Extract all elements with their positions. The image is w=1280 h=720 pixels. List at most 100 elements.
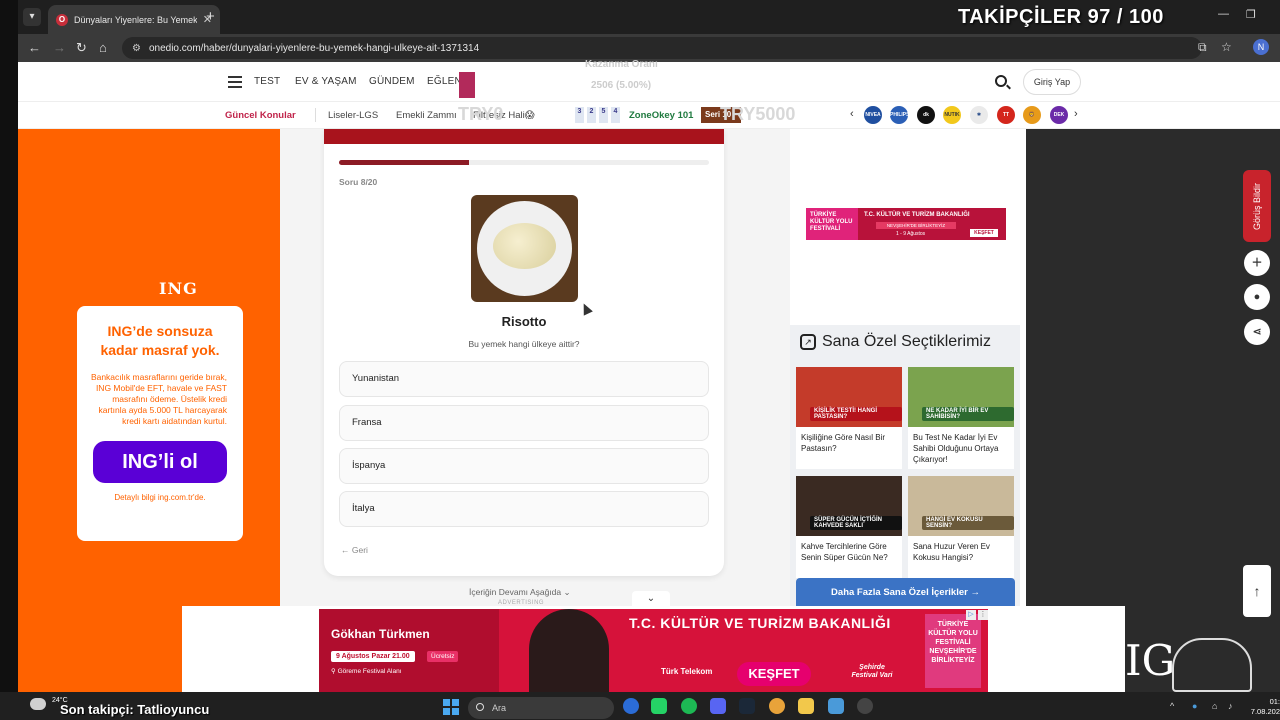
brand-logo-dek[interactable]: DEK — [1050, 106, 1068, 124]
install-app-icon[interactable]: ⧉ — [1198, 40, 1207, 55]
restore-icon[interactable]: ❐ — [1246, 8, 1256, 21]
brand-logo-dk[interactable]: dk — [917, 106, 935, 124]
brand-logo-nivea[interactable]: NIVEA — [864, 106, 882, 124]
network-icon[interactable]: ⌂ — [1212, 701, 1217, 711]
spotify-app-icon[interactable] — [681, 698, 697, 714]
recommendations-title: ↗ Sana Özel Seçtiklerimiz — [800, 333, 991, 351]
brand-logo-tt[interactable]: TT — [997, 106, 1015, 124]
file-explorer-icon[interactable] — [798, 698, 814, 714]
topic-emekli[interactable]: Emekli Zammı — [396, 110, 457, 121]
ing-ad-card[interactable]: ING’de sonsuza kadar masraf yok. Bankacı… — [77, 306, 243, 541]
nav-highlight — [459, 72, 475, 98]
nav-ev-yasam[interactable]: EV & YAŞAM — [295, 76, 357, 87]
search-icon[interactable] — [995, 75, 1007, 87]
bookmark-add-icon[interactable]: ＋ — [1244, 250, 1270, 276]
tab-list-icon[interactable]: ▾ — [23, 8, 41, 26]
question-counter: Soru 8/20 — [339, 177, 378, 187]
nav-eglence[interactable]: EĞLEN — [427, 76, 462, 87]
quiz-header-strip — [324, 129, 724, 144]
address-bar: ← → ↻ ⌂ ⚙ onedio.com/haber/dunyalari-yiy… — [18, 34, 1280, 62]
tray-chevron-icon[interactable]: ^ — [1170, 701, 1174, 711]
number-box: 2 — [587, 107, 596, 123]
ing-logo: ING — [159, 279, 198, 298]
more-recommendations-button[interactable]: Daha Fazla Sana Özel İçerikler → — [796, 578, 1015, 606]
culture-festival-banner[interactable]: TÜRKİYE KÜLTÜR YOLU FESTİVALİ T.C. KÜLTÜ… — [806, 208, 1006, 240]
reload-icon[interactable]: ↻ — [76, 40, 87, 56]
recommendation-card[interactable]: HANGİ EV KOKUSU SENSİN? Sana Huzur Veren… — [908, 476, 1014, 578]
discord-app-icon[interactable] — [710, 698, 726, 714]
taskbar-search[interactable]: Ara — [468, 697, 614, 719]
left-edge — [0, 0, 18, 692]
start-tile — [443, 708, 450, 715]
brand-logo-star[interactable]: ✱ — [970, 106, 988, 124]
ad-artist-name: Gökhan Türkmen — [331, 627, 430, 641]
chrome-app-icon[interactable] — [769, 698, 785, 714]
back-link[interactable]: ← Geri — [341, 545, 368, 555]
ad-location-text: Göreme Festival Alanı — [337, 668, 402, 675]
browser-tab[interactable]: O Dünyaları Yiyenlere: Bu Yemek Hangi Ül… — [48, 5, 220, 34]
nav-test[interactable]: TEST — [254, 76, 280, 87]
windows-start-icon[interactable] — [443, 699, 459, 715]
weather-cloud-icon[interactable] — [30, 698, 46, 710]
artist-photo — [529, 609, 609, 692]
collapse-ad-icon[interactable]: ⌄ — [632, 591, 670, 606]
chrome-profile-app-icon[interactable] — [623, 698, 639, 714]
recommendation-card[interactable]: NE KADAR İYİ BİR EV SAHİBİSİN? Bu Test N… — [908, 367, 1014, 469]
scroll-top-button[interactable]: ↑ — [1243, 565, 1271, 617]
festival-logo-text: TÜRKİYE KÜLTÜR YOLU FESTİVALİ — [806, 208, 858, 240]
number-box: 5 — [599, 107, 608, 123]
comments-icon[interactable]: ● — [1244, 284, 1270, 310]
topic-liseler[interactable]: Liseler-LGS — [328, 110, 378, 121]
menu-icon[interactable] — [228, 76, 242, 88]
answer-option[interactable]: Yunanistan — [339, 361, 709, 397]
ad-free-badge: Ücretsiz — [427, 651, 459, 662]
screen: ▾ O Dünyaları Yiyenlere: Bu Yemek Hangi … — [0, 0, 1280, 720]
profile-avatar[interactable]: N — [1253, 39, 1269, 55]
feedback-tab[interactable]: Görüş Bildir — [1243, 170, 1271, 242]
ad-info-icon[interactable]: ▷ — [966, 610, 976, 620]
app-icon[interactable] — [828, 698, 844, 714]
ad-close-icon[interactable]: ⋮ — [978, 610, 988, 620]
back-icon[interactable]: ← — [28, 40, 41, 55]
chevron-right-icon[interactable]: › — [1074, 108, 1078, 120]
share-icon[interactable]: ⋖ — [1244, 319, 1270, 345]
recommendation-card[interactable]: SÜPER GÜCÜN İÇTİĞİN KAHVEDE SAKLI Kahve … — [796, 476, 902, 578]
topic-zoneokey[interactable]: ZoneOkey 101 — [629, 110, 693, 121]
answer-option[interactable]: İtalya — [339, 491, 709, 527]
answer-option[interactable]: Fransa — [339, 405, 709, 441]
bookmark-star-icon[interactable]: ☆ — [1221, 40, 1232, 54]
login-button[interactable]: Giriş Yap — [1023, 69, 1081, 95]
obs-app-icon[interactable] — [857, 698, 873, 714]
recommendation-title: Sana Huzur Veren Ev Kokusu Hangisi? — [913, 542, 990, 562]
volume-icon[interactable]: ♪ — [1228, 701, 1233, 711]
brand-logo-philips[interactable]: PHILIPS — [890, 106, 908, 124]
clock-time: 01: — [1269, 697, 1280, 706]
home-icon[interactable]: ⌂ — [99, 40, 107, 55]
forward-icon[interactable]: → — [53, 40, 66, 55]
site-info-icon[interactable]: ⚙ — [132, 43, 141, 54]
food-image — [471, 195, 578, 302]
mic-icon[interactable]: ● — [1192, 701, 1197, 711]
minimize-icon[interactable]: — — [1218, 8, 1229, 20]
ad-ministry-title: T.C. KÜLTÜR VE TURİZM BAKANLIĞI — [629, 615, 891, 631]
whatsapp-app-icon[interactable] — [651, 698, 667, 714]
recommendation-card[interactable]: KİŞİLİK TESTİ! HANGİ PASTASIN? Kişiliğin… — [796, 367, 902, 469]
banner-cta[interactable]: KEŞFET — [970, 229, 998, 237]
chevron-left-icon[interactable]: ‹ — [850, 108, 854, 120]
recommendation-title: Bu Test Ne Kadar İyi Ev Sahibi Olduğunu … — [913, 433, 999, 464]
nav-gundem[interactable]: GÜNDEM — [369, 76, 415, 87]
taskbar-clock[interactable]: 01: 7.08.202 — [1250, 697, 1280, 717]
start-tile — [452, 708, 459, 715]
steam-app-icon[interactable] — [739, 698, 755, 714]
start-tile — [452, 699, 459, 706]
bottom-festival-ad[interactable]: Gökhan Türkmen 9 Ağustos Pazar 21.00 Ücr… — [319, 609, 988, 692]
ing-cta-button[interactable]: ING’li ol — [93, 441, 227, 483]
answer-option[interactable]: İspanya — [339, 448, 709, 484]
url-field[interactable]: ⚙ onedio.com/haber/dunyalari-yiyenlere-b… — [122, 37, 1202, 59]
new-tab-icon[interactable]: + — [206, 8, 215, 25]
quiz-progress-fill — [339, 160, 469, 165]
brand-logo-lion[interactable]: 🦁 — [1023, 106, 1041, 124]
brand-logo-yellow[interactable]: NUTIK — [943, 106, 961, 124]
ad-cta-button[interactable]: KEŞFET — [737, 662, 811, 686]
ghost-win-rate-label: Kazanma Oranı — [585, 59, 658, 70]
